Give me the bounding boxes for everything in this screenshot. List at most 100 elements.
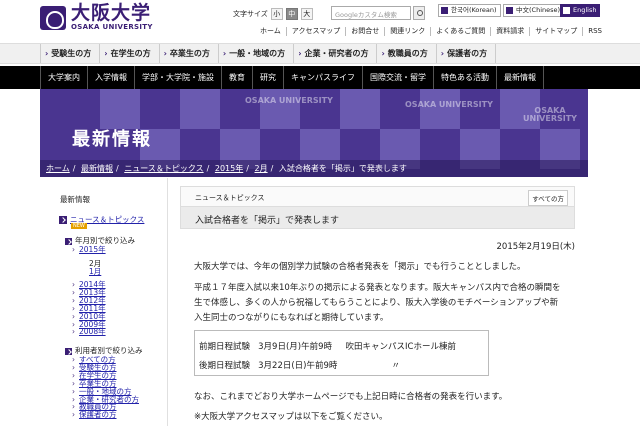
util-link-brochure[interactable]: 資料請求 bbox=[491, 27, 531, 36]
main-nav: 大学案内 入学情報 学部・大学院・施設 教育 研究 キャンパスライフ 国際交流・… bbox=[0, 66, 640, 89]
schedule-place: 〃 bbox=[391, 361, 400, 371]
breadcrumb-topics[interactable]: ニュース＆トピックス bbox=[124, 164, 203, 173]
util-link-faq[interactable]: よくあるご質問 bbox=[431, 27, 492, 36]
utility-links: ホーム アクセスマップ お問合せ 関連リンク よくあるご質問 資料請求 サイトマ… bbox=[255, 27, 607, 36]
schedule-date: 3月9日(月)午前9時 bbox=[258, 342, 332, 352]
main-nav-news[interactable]: 最新情報 bbox=[496, 66, 544, 89]
article-paragraph-2: 平成１７年度入試以来10年ぶりの掲示による発表となります。阪大キャンパス内で合格… bbox=[194, 281, 569, 326]
banner-watermark: OSAKA UNIVERSITY bbox=[523, 106, 577, 123]
util-link-rss[interactable]: RSS bbox=[583, 27, 607, 36]
lang-chinese-link[interactable]: 中文(Chinese) bbox=[503, 4, 565, 17]
university-seal-icon bbox=[40, 5, 66, 30]
article: ニュース＆トピックス すべての方 入試合格者を「掲示」で発表します 2015年2… bbox=[180, 178, 575, 426]
schedule-label: 後期日程試験 bbox=[199, 361, 251, 371]
sidebar-year-2015[interactable]: 2015年 bbox=[72, 246, 106, 254]
sidebar: 最新情報 ニュース＆トピックス NEW 年月別で絞り込み 2015年 2月 1月… bbox=[40, 178, 168, 426]
sidebar-filter-by-year-label: 年月別で絞り込み bbox=[75, 236, 135, 245]
banner-tile bbox=[100, 89, 140, 129]
banner-watermark: OSAKA UNIVERSITY bbox=[405, 100, 493, 109]
arrow-icon bbox=[65, 237, 72, 245]
breadcrumb: ホーム / 最新情報 / ニュース＆トピックス/ 2015年/ 2月 / 入試合格者を… bbox=[40, 160, 588, 177]
audience-item-students[interactable]: 在学生の方 bbox=[99, 44, 158, 63]
banner-watermark: OSAKA UNIVERSITY bbox=[245, 96, 333, 105]
schedule-place: 吹田キャンパスICホール棟前 bbox=[345, 342, 456, 352]
breadcrumb-month[interactable]: 2月 bbox=[254, 164, 267, 173]
main-nav-campus-life[interactable]: キャンパスライフ bbox=[283, 66, 362, 89]
sidebar-month-jan[interactable]: 1月 bbox=[82, 268, 101, 276]
search-icon[interactable] bbox=[413, 6, 425, 20]
article-title: 入試合格者を「掲示」で発表します bbox=[195, 216, 340, 226]
text-size-small-button[interactable]: 小 bbox=[270, 8, 283, 20]
breadcrumb-current: 入試合格者を「掲示」で発表します bbox=[278, 164, 407, 173]
home-icon bbox=[563, 7, 570, 14]
home-icon bbox=[441, 7, 448, 14]
breadcrumb-home[interactable]: ホーム bbox=[46, 164, 70, 173]
arrow-icon bbox=[65, 347, 72, 355]
logo-japanese-text: 大阪大学 bbox=[71, 2, 152, 24]
lang-korean-label: 한국어(Korean) bbox=[451, 6, 497, 14]
breadcrumb-news[interactable]: 最新情報 bbox=[81, 164, 113, 173]
article-date: 2015年2月19日(木) bbox=[496, 242, 576, 252]
sidebar-year-item[interactable]: 2008年 bbox=[72, 328, 106, 336]
article-category: ニュース＆トピックス bbox=[195, 194, 265, 202]
sidebar-year-list: 2014年 2013年 2012年 2011年 2010年 2009年 2008… bbox=[72, 281, 106, 336]
university-logo[interactable]: 大阪大学 OSAKA UNIVERSITY bbox=[40, 4, 153, 31]
lang-korean-link[interactable]: 한국어(Korean) bbox=[438, 4, 501, 17]
lang-english-label: English bbox=[573, 6, 597, 14]
util-link-access[interactable]: アクセスマップ bbox=[287, 27, 347, 36]
article-paragraph-3: なお、これまでどおり大学ホームページでも上記日時に合格者の発表を行います。 bbox=[194, 392, 508, 402]
banner-tile bbox=[420, 89, 460, 129]
schedule-row: 前期日程試験 3月9日(月)午前9時 吹田キャンパスICホール棟前 bbox=[199, 340, 456, 352]
main-nav-admissions[interactable]: 入学情報 bbox=[87, 66, 134, 89]
banner-tile bbox=[340, 89, 380, 129]
sidebar-month-list: 2月 1月 bbox=[82, 260, 101, 276]
text-size-medium-button[interactable]: 中 bbox=[285, 8, 298, 20]
schedule-date: 3月22日(日)午前9時 bbox=[258, 361, 338, 371]
search-input[interactable]: Googleカスタム検索 bbox=[331, 6, 411, 20]
util-link-related[interactable]: 関連リンク bbox=[385, 27, 432, 36]
banner-tile bbox=[260, 89, 300, 129]
article-paragraph-1: 大阪大学では、今年の個別学力試験の合格者発表を「掲示」でも行うこととしました。 bbox=[194, 262, 526, 272]
breadcrumb-year[interactable]: 2015年 bbox=[215, 164, 243, 173]
main-nav-activities[interactable]: 特色ある活動 bbox=[433, 66, 496, 89]
main-nav-education[interactable]: 教育 bbox=[221, 66, 252, 89]
main-nav-faculties[interactable]: 学部・大学院・施設 bbox=[134, 66, 221, 89]
audience-nav: 受験生の方 在学生の方 卒業生の方 一般・地域の方 企業・研究者の方 教職員の方… bbox=[0, 43, 640, 64]
text-size-label: 文字サイズ bbox=[233, 10, 268, 18]
audience-all-button[interactable]: すべての方 bbox=[528, 190, 568, 206]
article-paragraph-2-line: 入生同士のつながりにもなればと期待しています。 bbox=[194, 313, 389, 323]
audience-item-parents[interactable]: 保護者の方 bbox=[435, 44, 497, 63]
text-size-switcher: 文字サイズ 小 中 大 bbox=[233, 8, 313, 20]
audience-item-companies[interactable]: 企業・研究者の方 bbox=[293, 44, 376, 63]
main-nav-research[interactable]: 研究 bbox=[252, 66, 283, 89]
article-header: ニュース＆トピックス すべての方 bbox=[180, 186, 575, 206]
new-badge: NEW bbox=[71, 223, 87, 229]
sidebar-user-list: すべての方 受験生の方 在学生の方 卒業生の方 一般・地域の方 企業・研究者の方… bbox=[72, 356, 139, 419]
audience-item-public[interactable]: 一般・地域の方 bbox=[217, 44, 293, 63]
schedule-row: 後期日程試験 3月22日(日)午前9時 〃 bbox=[199, 359, 400, 371]
main-nav-about[interactable]: 大学案内 bbox=[40, 66, 87, 89]
sidebar-user-item[interactable]: 保護者の方 bbox=[72, 411, 139, 419]
sidebar-filter-by-user-label: 利用者別で絞り込み bbox=[75, 346, 143, 355]
lang-chinese-label: 中文(Chinese) bbox=[516, 6, 561, 14]
article-paragraph-2-line: 平成１７年度入試以来10年ぶりの掲示による発表となります。阪大キャンパス内で合格… bbox=[194, 283, 561, 293]
sidebar-year-current-list: 2015年 bbox=[72, 246, 106, 254]
article-title-bar: 入試合格者を「掲示」で発表します bbox=[180, 206, 575, 229]
main-nav-international[interactable]: 国際交流・留学 bbox=[362, 66, 433, 89]
schedule-box: 前期日程試験 3月9日(月)午前9時 吹田キャンパスICホール棟前 後期日程試験… bbox=[194, 330, 489, 376]
util-link-home[interactable]: ホーム bbox=[255, 27, 287, 36]
banner-tile bbox=[180, 89, 220, 129]
arrow-icon bbox=[59, 216, 67, 224]
home-icon bbox=[506, 7, 513, 14]
lang-english-link[interactable]: English bbox=[560, 4, 601, 17]
text-size-large-button[interactable]: 大 bbox=[300, 8, 313, 20]
logo-english-text: OSAKA UNIVERSITY bbox=[71, 23, 153, 31]
audience-item-staff[interactable]: 教職員の方 bbox=[376, 44, 435, 63]
util-link-contact[interactable]: お問合せ bbox=[346, 27, 386, 36]
page-title: 最新情報 bbox=[72, 129, 152, 150]
sidebar-title: 最新情報 bbox=[60, 195, 90, 204]
schedule-label: 前期日程試験 bbox=[199, 342, 251, 352]
audience-item-applicants[interactable]: 受験生の方 bbox=[40, 44, 99, 63]
util-link-sitemap[interactable]: サイトマップ bbox=[530, 27, 584, 36]
audience-item-alumni[interactable]: 卒業生の方 bbox=[158, 44, 218, 63]
